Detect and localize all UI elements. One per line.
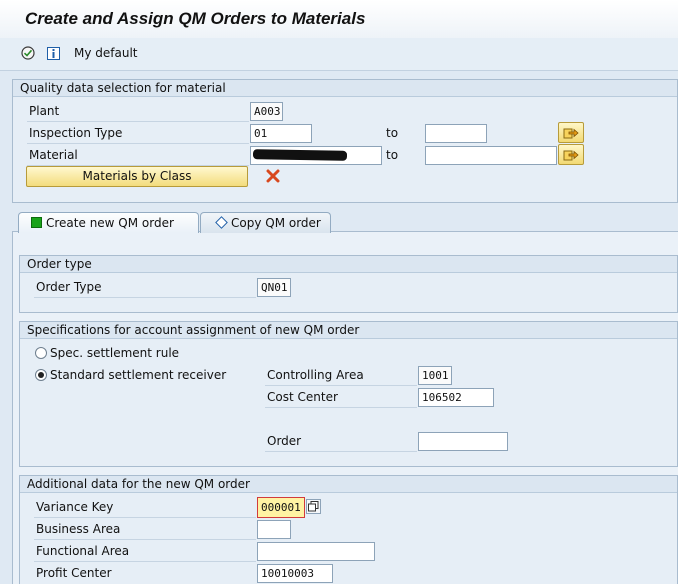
account-assignment-heading: Specifications for account assignment of… [20, 322, 677, 339]
variant-button[interactable]: My default [74, 46, 138, 60]
execute-icon[interactable] [21, 46, 35, 60]
tab-create-new-qm-order[interactable]: Create new QM order [18, 212, 199, 233]
arrow-right-icon [563, 128, 579, 138]
inspection-type-to-label: to [386, 126, 399, 140]
title-bar: Create and Assign QM Orders to Materials [0, 0, 678, 39]
standard-settlement-receiver-label: Standard settlement receiver [50, 368, 227, 382]
material-to-label: to [386, 148, 399, 162]
variance-key-label: Variance Key [36, 500, 114, 514]
application-toolbar: My default [0, 38, 678, 71]
multiple-selection-inspection-button[interactable] [558, 122, 584, 143]
information-icon[interactable] [46, 46, 60, 60]
multiple-selection-material-button[interactable] [558, 144, 584, 165]
order-type-field[interactable]: QN01 [257, 278, 291, 297]
plant-label: Plant [29, 104, 60, 118]
profit-center-field[interactable]: 10010003 [257, 564, 333, 583]
redaction-mark [252, 149, 348, 161]
cost-center-field[interactable]: 106502 [418, 388, 494, 407]
inspection-type-to-field[interactable] [425, 124, 487, 143]
plant-field[interactable]: A003 [250, 102, 283, 121]
copy-icon [308, 501, 319, 512]
order-type-heading: Order type [20, 256, 677, 273]
cost-center-label: Cost Center [267, 390, 338, 404]
order-label: Order [267, 434, 302, 448]
spec-settlement-rule-label: Spec. settlement rule [50, 346, 180, 360]
additional-data-heading: Additional data for the new QM order [20, 476, 677, 493]
arrow-right-icon [563, 150, 579, 160]
diamond-icon [215, 216, 228, 229]
window-title: Create and Assign QM Orders to Materials [25, 9, 366, 28]
active-tab-marker-icon [31, 217, 42, 228]
spec-settlement-rule-radio[interactable] [35, 347, 47, 359]
controlling-area-label: Controlling Area [267, 368, 364, 382]
material-to-field[interactable] [425, 146, 557, 165]
variance-key-field[interactable]: 000001 [257, 497, 305, 518]
order-type-section: Order type [19, 255, 678, 313]
business-area-label: Business Area [36, 522, 121, 536]
order-field[interactable] [418, 432, 508, 451]
controlling-area-field[interactable]: 1001 [418, 366, 452, 385]
inspection-type-from-field[interactable]: 01 [250, 124, 312, 143]
tab-label: Copy QM order [231, 216, 321, 230]
value-help-button[interactable] [306, 499, 321, 514]
selection-heading: Quality data selection for material [13, 80, 677, 97]
standard-settlement-receiver-radio[interactable] [35, 369, 47, 381]
order-type-label: Order Type [36, 280, 102, 294]
materials-by-class-button[interactable]: Materials by Class [26, 166, 248, 187]
delete-icon[interactable] [266, 169, 280, 183]
functional-area-label: Functional Area [36, 544, 130, 558]
tab-label: Create new QM order [46, 216, 174, 230]
profit-center-label: Profit Center [36, 566, 112, 580]
material-label: Material [29, 148, 78, 162]
account-assignment-section: Specifications for account assignment of… [19, 321, 678, 467]
functional-area-field[interactable] [257, 542, 375, 561]
tab-copy-qm-order[interactable]: Copy QM order [200, 212, 331, 233]
business-area-field[interactable] [257, 520, 291, 539]
inspection-type-label: Inspection Type [29, 126, 123, 140]
